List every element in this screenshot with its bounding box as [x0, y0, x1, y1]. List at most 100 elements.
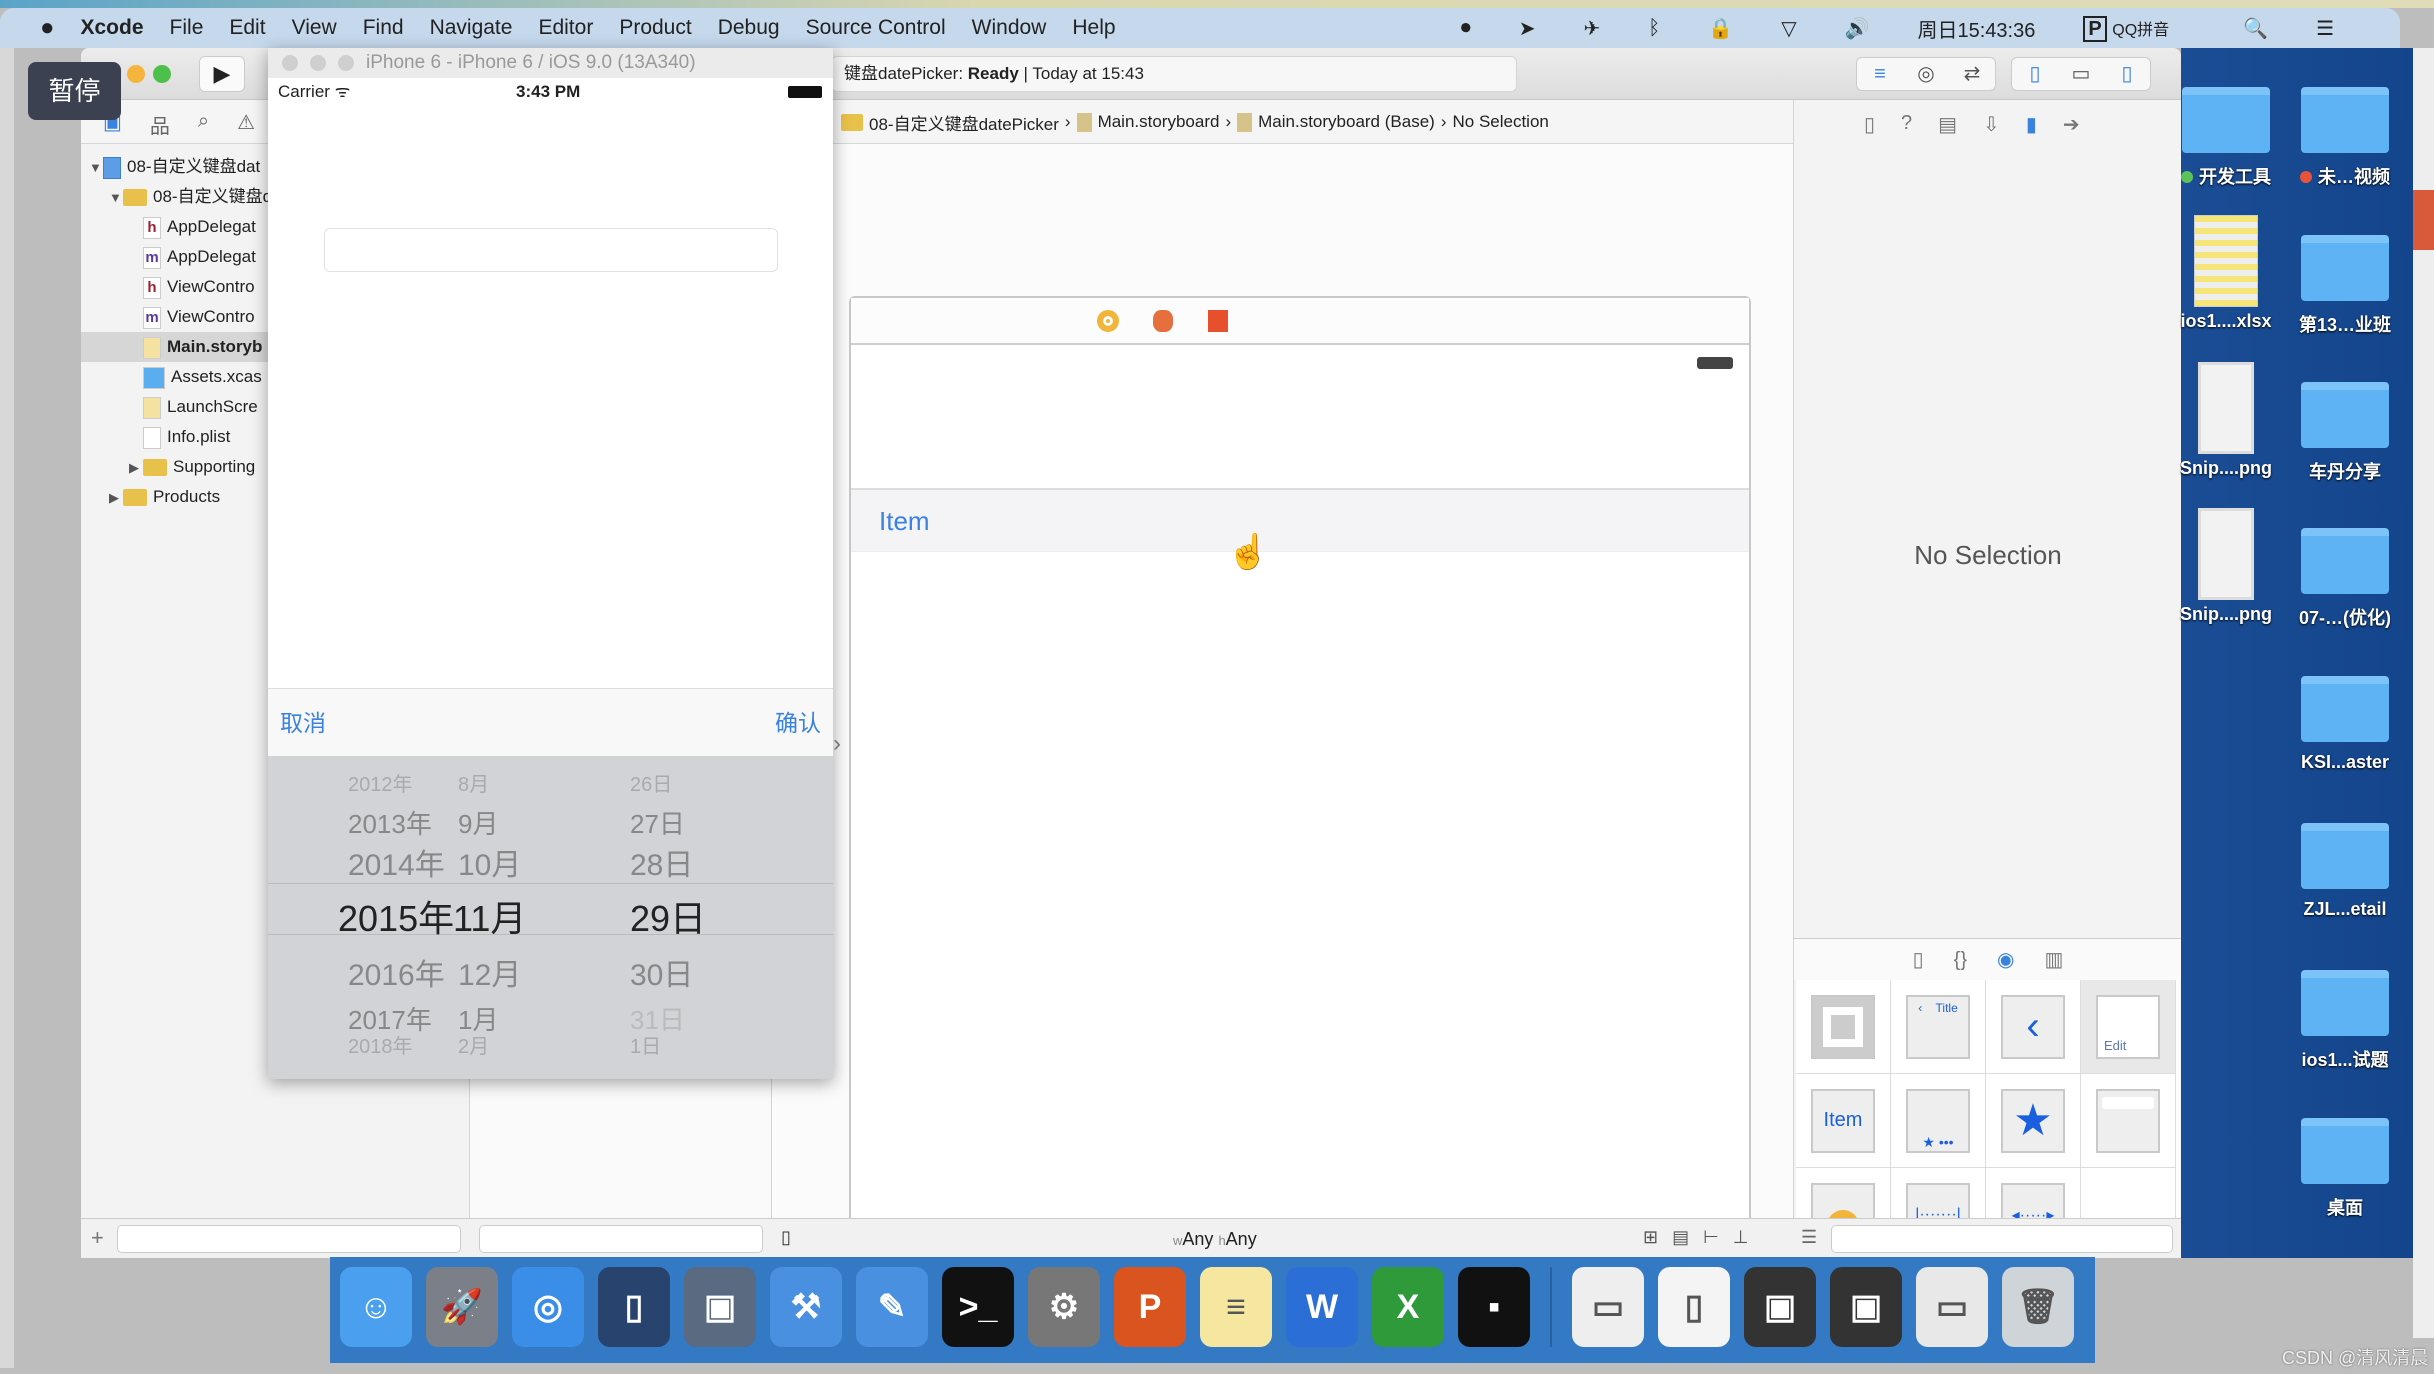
- picker-row[interactable]: 2016年 12月 30日: [268, 950, 833, 992]
- outline-filter-field[interactable]: [479, 1225, 763, 1253]
- library-bar-button-item[interactable]: Item: [1796, 1074, 1891, 1168]
- desktop-item-label[interactable]: Snip....png: [2161, 458, 2291, 479]
- object-library-icon[interactable]: ◉: [1997, 939, 2014, 980]
- add-file-button[interactable]: +: [91, 1225, 104, 1251]
- dock-video-1-icon[interactable]: ▣: [1744, 1267, 1816, 1347]
- size-class-control[interactable]: wAny hAny: [1173, 1229, 1257, 1250]
- desktop-item-label[interactable]: KSI...aster: [2280, 752, 2410, 773]
- identity-inspector-icon[interactable]: ▤: [1938, 112, 1957, 137]
- bluetooth-icon[interactable]: ᛒ: [1648, 17, 1660, 40]
- size-inspector-icon[interactable]: ▮: [2026, 112, 2037, 137]
- dock-terminal-icon[interactable]: >_: [942, 1267, 1014, 1347]
- dock-xcode-icon[interactable]: ⚒: [770, 1267, 842, 1347]
- disclosure-triangle-icon[interactable]: ▼: [109, 183, 123, 213]
- library-view-controller[interactable]: [1796, 980, 1891, 1074]
- image-file-icon[interactable]: [2198, 362, 2254, 454]
- dock-document-2-icon[interactable]: ▯: [1658, 1267, 1730, 1347]
- minimize-button[interactable]: [127, 65, 145, 83]
- desktop-item-label[interactable]: 07-…(优化): [2280, 604, 2410, 630]
- menu-editor[interactable]: Editor: [538, 16, 593, 40]
- breadcrumb-project[interactable]: 08-自定义键盘datePicker: [869, 110, 1059, 135]
- dock-word-icon[interactable]: W: [1286, 1267, 1358, 1347]
- version-editor-icon[interactable]: ⇄: [1949, 58, 1995, 90]
- library-list-toggle-icon[interactable]: ☰: [1801, 1227, 1817, 1248]
- zoom-button[interactable]: [153, 65, 171, 83]
- folder-icon[interactable]: [2301, 676, 2389, 742]
- menu-xcode[interactable]: Xcode: [81, 16, 144, 40]
- dock-exec-icon[interactable]: ▪: [1458, 1267, 1530, 1347]
- dock-launchpad-icon[interactable]: 🚀: [426, 1267, 498, 1347]
- find-navigator-icon[interactable]: ⌕: [198, 110, 209, 139]
- library-navigation-item[interactable]: ‹: [1986, 980, 2081, 1074]
- desktop-item[interactable]: 开发工具: [2161, 163, 2291, 189]
- input-method[interactable]: P QQ拼音: [2083, 15, 2195, 42]
- desktop-item-label[interactable]: Snip....png: [2161, 604, 2291, 625]
- utilities-toggle-icon[interactable]: ▯: [2104, 58, 2150, 90]
- pause-overlay-button[interactable]: 暂停: [28, 62, 121, 120]
- bar-button-item[interactable]: Item: [879, 506, 930, 537]
- menu-window[interactable]: Window: [972, 16, 1047, 40]
- screen-record-icon[interactable]: ⏺: [1461, 17, 1471, 40]
- picker-row[interactable]: 2014年 10月 28日: [268, 840, 833, 882]
- breadcrumb-selection[interactable]: No Selection: [1452, 112, 1548, 132]
- folder-icon[interactable]: [2301, 970, 2389, 1036]
- folder-icon[interactable]: [2301, 87, 2389, 153]
- symbol-navigator-icon[interactable]: 品: [150, 110, 170, 139]
- volume-icon[interactable]: 🔊: [1845, 16, 1870, 41]
- menu-product[interactable]: Product: [619, 16, 691, 40]
- auto-layout-buttons[interactable]: ⊞▤⊢⊥: [1643, 1227, 1762, 1248]
- dock-excel-icon[interactable]: X: [1372, 1267, 1444, 1347]
- desktop-item-label[interactable]: ZJL...etail: [2280, 899, 2410, 920]
- apple-menu-icon[interactable]: ●: [40, 14, 55, 42]
- wifi-icon[interactable]: ▽: [1781, 16, 1796, 41]
- desktop-item-label[interactable]: 第13…业班: [2280, 311, 2410, 337]
- lock-icon[interactable]: 🔒: [1708, 16, 1733, 41]
- debug-area-toggle-icon[interactable]: ▭: [2058, 58, 2104, 90]
- library-search-bar[interactable]: [2081, 1074, 2176, 1168]
- disclosure-triangle-icon[interactable]: ▶: [129, 453, 143, 483]
- image-file-icon[interactable]: [2198, 508, 2254, 600]
- cancel-button[interactable]: 取消: [280, 689, 326, 757]
- folder-icon[interactable]: [2301, 528, 2389, 594]
- dock-mouse-app-icon[interactable]: ▯: [598, 1267, 670, 1347]
- breadcrumb-file[interactable]: Main.storyboard: [1098, 112, 1220, 132]
- outline-toggle-icon[interactable]: ▯: [781, 1227, 791, 1248]
- folder-icon[interactable]: [2301, 382, 2389, 448]
- library-tab-bar-item[interactable]: ★: [1986, 1074, 2081, 1168]
- library-navigation-bar[interactable]: ‹ Title: [1891, 980, 1986, 1074]
- desktop-item-label[interactable]: ios1....xlsx: [2161, 311, 2291, 332]
- library-filter-field[interactable]: [1831, 1225, 2173, 1253]
- dock-document-1-icon[interactable]: ▭: [1572, 1267, 1644, 1347]
- date-picker[interactable]: 2012年 8月 26日 2013年 9月 27日 2014年 10月 28日 2015年 11月 2…: [268, 756, 833, 1079]
- issue-navigator-icon[interactable]: ⚠: [237, 110, 255, 139]
- folder-icon[interactable]: [2301, 823, 2389, 889]
- dock-video-2-icon[interactable]: ▣: [1830, 1267, 1902, 1347]
- picker-row[interactable]: 2013年 9月 27日: [268, 804, 833, 844]
- dock-powerpoint-icon[interactable]: P: [1114, 1267, 1186, 1347]
- location-icon[interactable]: ➤: [1519, 16, 1536, 41]
- date-text-field[interactable]: [324, 228, 778, 272]
- media-library-icon[interactable]: ▥: [2044, 939, 2063, 980]
- spreadsheet-file-icon[interactable]: [2194, 215, 2258, 307]
- assistant-editor-icon[interactable]: ◎: [1903, 58, 1949, 90]
- exit-icon[interactable]: [1208, 310, 1228, 332]
- clock[interactable]: 周日15:43:36: [1917, 14, 2035, 43]
- minimize-button[interactable]: [310, 55, 326, 71]
- menu-find[interactable]: Find: [363, 16, 404, 40]
- desktop-item-label[interactable]: 车丹分享: [2280, 458, 2410, 484]
- close-button[interactable]: [282, 55, 298, 71]
- dock-notes-icon[interactable]: ≡: [1200, 1267, 1272, 1347]
- folder-icon[interactable]: [2301, 235, 2389, 301]
- folder-icon[interactable]: [2301, 1118, 2389, 1184]
- run-button[interactable]: ▶: [199, 56, 245, 92]
- library-tab-bar[interactable]: ★ •••: [1891, 1074, 1986, 1168]
- navigator-filter-field[interactable]: [117, 1225, 461, 1253]
- menu-file[interactable]: File: [170, 16, 204, 40]
- connections-inspector-icon[interactable]: ➔: [2063, 112, 2080, 137]
- library-toolbar[interactable]: Edit: [2081, 980, 2176, 1074]
- attributes-inspector-icon[interactable]: ⇩: [1983, 112, 2000, 137]
- navigator-toggle-icon[interactable]: ▯: [2012, 58, 2058, 90]
- picker-row[interactable]: 2018年 2月 1日: [268, 1030, 833, 1070]
- storyboard-canvas[interactable]: Item ☝: [772, 144, 1794, 1243]
- airplane-icon[interactable]: ✈: [1584, 16, 1601, 41]
